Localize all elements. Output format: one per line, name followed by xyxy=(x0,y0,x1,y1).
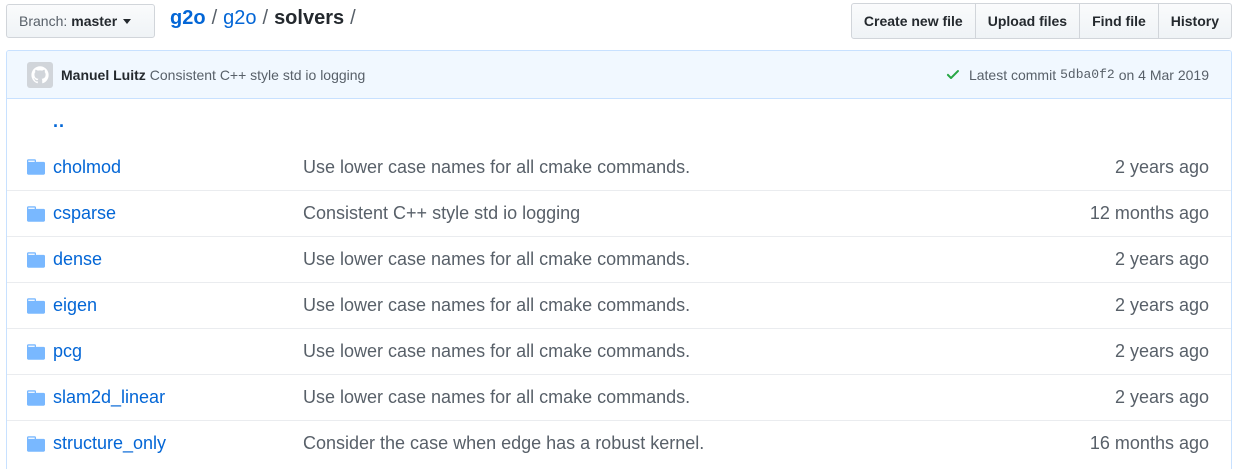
caret-down-icon xyxy=(123,18,132,24)
upload-files-button[interactable]: Upload files xyxy=(974,3,1081,39)
file-table: Manuel Luitz Consistent C++ style std io… xyxy=(6,50,1232,469)
file-name-link[interactable]: dense xyxy=(53,249,303,270)
parent-directory-link[interactable]: .. xyxy=(53,111,65,132)
breadcrumb-separator: / xyxy=(211,7,218,29)
latest-commit-label: Latest commit xyxy=(968,66,1057,83)
commit-message-link[interactable]: Use lower case names for all cmake comma… xyxy=(303,341,1115,362)
breadcrumb-repo-link[interactable]: g2o xyxy=(223,7,256,30)
branch-value: master xyxy=(71,13,118,29)
commit-age: 2 years ago xyxy=(1114,156,1209,177)
commit-message-link[interactable]: Consider the case when edge has a robust… xyxy=(303,433,1090,454)
find-file-button[interactable]: Find file xyxy=(1079,3,1159,39)
commit-age: 2 years ago xyxy=(1114,387,1209,407)
history-button[interactable]: History xyxy=(1157,3,1232,39)
commit-age: 2 years ago xyxy=(1114,341,1209,361)
create-new-file-button[interactable]: Create new file xyxy=(850,3,976,39)
commit-message-link[interactable]: Use lower case names for all cmake comma… xyxy=(303,387,1115,408)
breadcrumb-current: solvers xyxy=(274,7,345,29)
commit-date: 4 Mar 2019 xyxy=(1138,66,1209,83)
latest-commit-info: Latest commit 5dba0f2 on 4 Mar 2019 xyxy=(945,67,1209,83)
folder-icon xyxy=(27,343,45,360)
table-row[interactable]: pcg Use lower case names for all cmake co… xyxy=(7,328,1231,374)
folder-icon xyxy=(27,435,45,452)
table-row[interactable]: slam2d_linear Use lower case names for al… xyxy=(7,374,1231,420)
check-icon xyxy=(946,69,959,79)
commit-message-link[interactable]: Consistent C++ style std io logging xyxy=(150,67,366,83)
table-row[interactable]: cholmod Use lower case names for all cmak… xyxy=(7,144,1231,190)
folder-icon xyxy=(27,159,45,175)
folder-icon xyxy=(27,297,45,314)
commit-age: 2 years ago xyxy=(1114,295,1209,315)
file-name-link[interactable]: eigen xyxy=(53,295,303,316)
commit-message-link[interactable]: Consistent C++ style std io logging xyxy=(303,203,1090,224)
top-bar: Branch: master g2o / g2o / solvers / Cre… xyxy=(6,3,1232,39)
file-name-link[interactable]: pcg xyxy=(53,341,303,362)
commit-age: 16 months ago xyxy=(1089,433,1209,453)
file-name-link[interactable]: cholmod xyxy=(53,157,303,178)
breadcrumb-separator: / xyxy=(350,7,356,29)
branch-select-button[interactable]: Branch: master xyxy=(6,4,155,38)
table-row[interactable]: csparse Consistent C++ style std io loggi… xyxy=(7,190,1231,236)
folder-icon xyxy=(27,205,45,222)
table-row[interactable]: structure_only Consider the case when edg… xyxy=(7,420,1231,466)
commit-sha-link[interactable]: 5dba0f2 xyxy=(1060,67,1115,82)
table-row[interactable]: eigen Use lower case names for all cmake … xyxy=(7,282,1231,328)
file-name-link[interactable]: slam2d_linear xyxy=(53,387,303,408)
folder-icon xyxy=(27,251,45,268)
breadcrumb-separator: / xyxy=(262,7,269,29)
commit-author-link[interactable]: Manuel Luitz xyxy=(61,67,146,83)
branch-label: Branch: xyxy=(19,13,68,29)
commit-message-link[interactable]: Use lower case names for all cmake comma… xyxy=(303,249,1115,270)
table-row[interactable]: dense Use lower case names for all cmake … xyxy=(7,236,1231,282)
file-name-link[interactable]: structure_only xyxy=(53,433,303,454)
commit-age: 12 months ago xyxy=(1089,203,1209,223)
commit-age: 2 years ago xyxy=(1114,249,1209,269)
commit-message-link[interactable]: Use lower case names for all cmake comma… xyxy=(303,295,1115,316)
latest-commit-bar: Manuel Luitz Consistent C++ style std io… xyxy=(7,51,1231,99)
file-list: cholmod Use lower case names for all cmak… xyxy=(7,144,1231,466)
folder-icon xyxy=(27,389,45,406)
breadcrumb-owner-link[interactable]: g2o xyxy=(170,7,206,30)
file-actions: Create new file Upload files Find file H… xyxy=(850,3,1232,39)
commit-on-label: on xyxy=(1118,66,1135,83)
avatar-icon[interactable] xyxy=(27,61,53,88)
commit-message-link[interactable]: Use lower case names for all cmake comma… xyxy=(303,157,1115,178)
breadcrumb: g2o / g2o / solvers / xyxy=(170,7,362,30)
file-name-link[interactable]: csparse xyxy=(53,203,303,224)
parent-directory-row[interactable]: .. xyxy=(7,99,1231,144)
